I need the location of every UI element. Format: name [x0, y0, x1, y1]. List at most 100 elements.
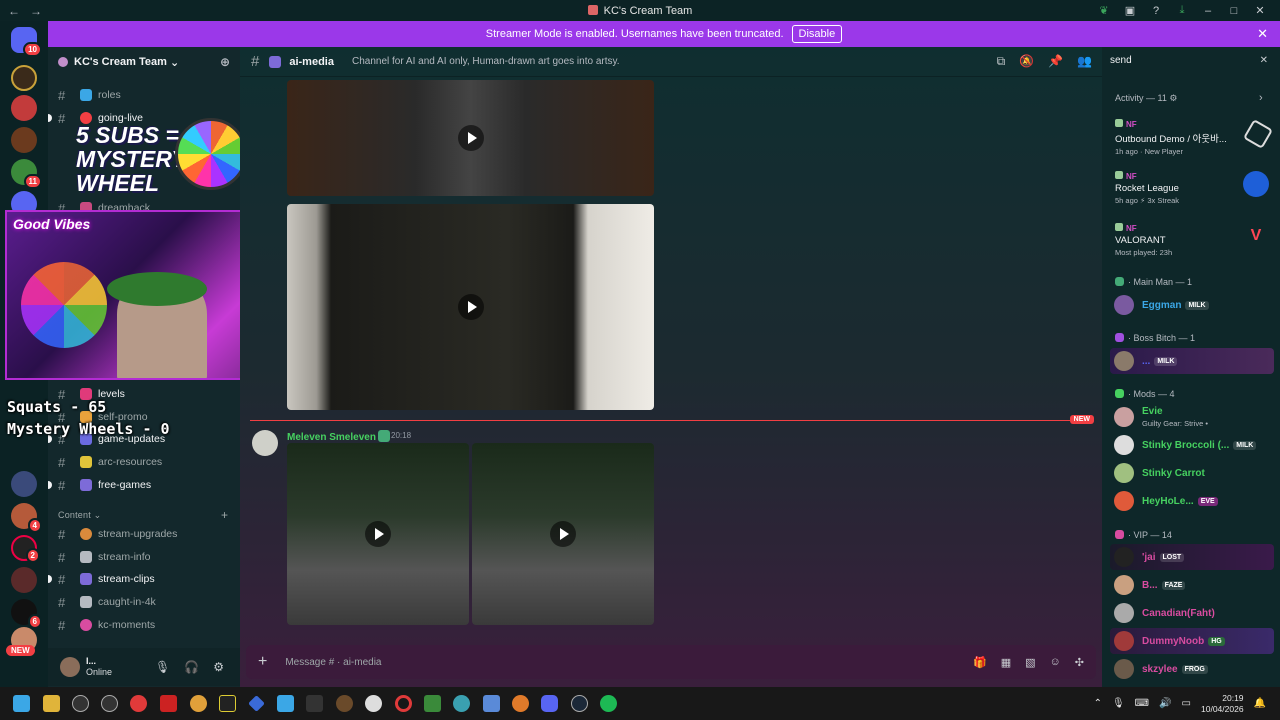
app-icon[interactable]	[336, 695, 353, 712]
activity-card[interactable]: NF Rocket League 5h ago ⚡ 3x Streak	[1115, 171, 1275, 205]
close-window-icon[interactable]: ✕	[1254, 4, 1266, 17]
sticker-icon[interactable]: ▧	[1025, 656, 1035, 669]
channel-arc-resources[interactable]: # arc-resources	[48, 452, 240, 472]
play-icon[interactable]	[365, 521, 391, 547]
app-icon[interactable]	[248, 695, 265, 712]
clock[interactable]: 20:19 10/04/2026	[1201, 693, 1244, 715]
direct-messages-button[interactable]: 10	[11, 27, 42, 57]
app-icon[interactable]	[72, 695, 89, 712]
message-input[interactable]: Message # · ai-media	[285, 657, 381, 668]
member-item[interactable]: Stinky Broccoli (... MILK	[1110, 432, 1274, 458]
spotify-icon[interactable]	[600, 695, 617, 712]
upload-icon[interactable]: +	[258, 653, 267, 671]
server-icon[interactable]	[11, 95, 37, 121]
server-icon[interactable]	[11, 567, 37, 593]
member-item[interactable]: Stinky Carrot	[1110, 460, 1274, 486]
disable-button[interactable]: Disable	[791, 25, 843, 43]
minimize-icon[interactable]: –	[1202, 5, 1214, 17]
video-attachment[interactable]	[472, 443, 654, 625]
emoji-picker-icon[interactable]: ☺	[1050, 656, 1061, 669]
opera-icon[interactable]	[395, 695, 412, 712]
search-input[interactable]: send ✕	[1110, 55, 1272, 71]
play-icon[interactable]	[457, 125, 484, 151]
channel-topic[interactable]: Channel for AI and AI only, Human-drawn …	[352, 56, 620, 67]
server-icon[interactable]	[11, 127, 37, 153]
maximize-icon[interactable]: □	[1228, 5, 1240, 17]
invite-icon[interactable]: ⊕	[220, 55, 230, 69]
member-item[interactable]: HeyHoLe... EVE	[1110, 488, 1274, 514]
discord-icon[interactable]	[541, 695, 558, 712]
download-icon[interactable]: ⤓	[1176, 4, 1188, 17]
threads-icon[interactable]: ⧉	[997, 54, 1006, 69]
map-pin-icon[interactable]	[130, 695, 147, 712]
app-icon[interactable]	[483, 695, 500, 712]
gift-icon[interactable]: 🎁	[973, 656, 987, 669]
video-attachment[interactable]	[287, 443, 469, 625]
category-content[interactable]: Content ⌄	[58, 510, 101, 521]
chevron-right-icon[interactable]: ›	[1259, 92, 1263, 104]
app-icon[interactable]	[424, 695, 441, 712]
guild-header[interactable]: KC's Cream Team ⌄ ⊕	[48, 47, 240, 77]
channel-roles[interactable]: # roles	[48, 85, 240, 105]
activity-header[interactable]: Activity — 11 ⚙ ›	[1115, 92, 1263, 104]
play-icon[interactable]	[550, 521, 576, 547]
server-icon[interactable]: 11	[11, 159, 42, 189]
app-icon[interactable]	[365, 695, 382, 712]
server-icon[interactable]: 4	[11, 503, 42, 533]
app-icon[interactable]	[453, 695, 470, 712]
file-explorer-icon[interactable]	[43, 695, 60, 712]
activity-card[interactable]: NF VALORANT Most played: 23h V	[1115, 223, 1275, 257]
channel-kc-moments[interactable]: # kc-moments	[48, 615, 240, 635]
back-icon[interactable]: ←	[8, 4, 20, 18]
app-icon[interactable]	[219, 695, 236, 712]
headphones-icon[interactable]: 🎧	[184, 660, 199, 674]
gif-icon[interactable]: ▦	[1001, 656, 1011, 669]
inbox-icon[interactable]: ▣	[1124, 4, 1136, 17]
member-item[interactable]: 'jai LOST	[1110, 544, 1274, 570]
server-icon[interactable]: 6	[11, 599, 42, 629]
avatar[interactable]	[60, 657, 80, 677]
video-attachment[interactable]	[287, 204, 654, 410]
member-item[interactable]: Eggman MILK	[1110, 292, 1274, 318]
clear-search-icon[interactable]: ✕	[1260, 55, 1268, 66]
firefox-icon[interactable]	[512, 695, 529, 712]
channel-caught-in-4k[interactable]: # caught-in-4k	[48, 592, 240, 612]
settings-icon[interactable]: ⚙	[213, 660, 224, 674]
volume-icon[interactable]: 🔊	[1159, 698, 1171, 709]
close-icon[interactable]: ✕	[1257, 26, 1268, 42]
members-icon[interactable]: 👥	[1077, 54, 1092, 69]
app-icon[interactable]	[277, 695, 294, 712]
apps-icon[interactable]: ✣	[1075, 656, 1084, 669]
message-author[interactable]: Meleven Smeleven	[287, 430, 390, 443]
app-icon[interactable]	[160, 695, 177, 712]
app-icon[interactable]	[306, 695, 323, 712]
channel-free-games[interactable]: # free-games	[48, 475, 240, 495]
add-channel-icon[interactable]: +	[221, 508, 228, 522]
pin-icon[interactable]: 📌	[1048, 54, 1063, 69]
member-item[interactable]: skzylee FROG	[1110, 656, 1274, 682]
member-item[interactable]: B... FAZE	[1110, 572, 1274, 598]
steam-icon[interactable]	[571, 695, 588, 712]
forward-icon[interactable]: →	[30, 4, 42, 18]
network-icon[interactable]: ⌨	[1135, 698, 1149, 709]
server-icon[interactable]	[11, 65, 37, 91]
server-icon[interactable]	[11, 471, 37, 497]
chevron-up-icon[interactable]: ⌃	[1094, 698, 1102, 709]
battery-icon[interactable]: ▭	[1182, 698, 1191, 709]
start-icon[interactable]	[13, 695, 30, 712]
channel-stream-clips[interactable]: # stream-clips	[48, 569, 240, 589]
server-icon[interactable]: 2	[11, 535, 40, 563]
member-item[interactable]: Evie Guilty Gear: Strive •	[1110, 404, 1274, 430]
app-icon[interactable]	[190, 695, 207, 712]
member-item[interactable]: DummyNoob HG	[1110, 628, 1274, 654]
play-icon[interactable]	[457, 294, 484, 320]
notifications-icon[interactable]: 🔔	[1254, 698, 1266, 709]
microphone-icon[interactable]: 🎙	[1112, 698, 1125, 709]
microphone-icon[interactable]: 🎙	[155, 660, 170, 674]
mute-icon[interactable]: 🔕	[1019, 54, 1034, 69]
help-icon[interactable]: ?	[1150, 5, 1162, 17]
channel-stream-info[interactable]: # stream-info	[48, 547, 240, 567]
nitro-icon[interactable]: ❦	[1098, 4, 1110, 17]
activity-card[interactable]: NF Outbound Demo / 아웃바... 1h ago · New P…	[1115, 118, 1275, 156]
member-item[interactable]: ... MILK	[1110, 348, 1274, 374]
